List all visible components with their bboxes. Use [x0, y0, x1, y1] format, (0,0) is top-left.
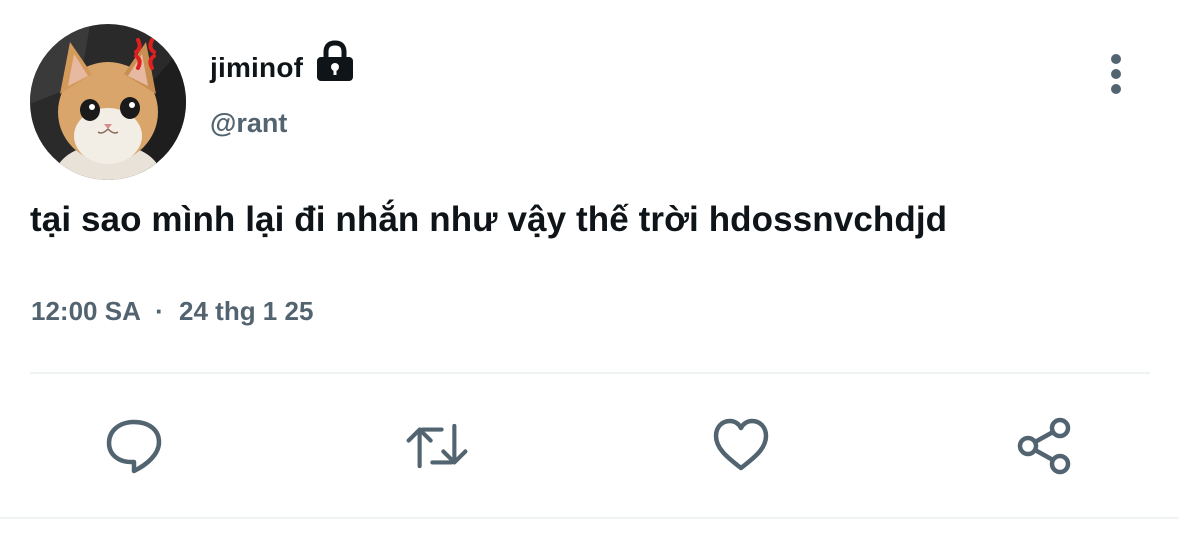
display-name-row: jiminof	[210, 38, 355, 98]
tweet-time: 12:00 SA	[31, 296, 140, 326]
display-name[interactable]: jiminof	[210, 52, 303, 84]
speech-bubble-icon	[106, 419, 162, 474]
timestamp-separator: ·	[155, 296, 164, 326]
timestamp-row[interactable]: 12:00 SA · 24 thg 1 25	[31, 296, 313, 327]
like-button[interactable]	[709, 414, 773, 478]
reply-button[interactable]	[102, 414, 166, 478]
retweet-button[interactable]	[405, 414, 469, 478]
tweet-detail: jiminof @rant tại sao mình lại đi nhắn n…	[0, 0, 1179, 537]
cat-avatar-image	[30, 24, 186, 180]
user-handle[interactable]: @rant	[210, 108, 287, 139]
lock-icon	[315, 39, 355, 83]
tweet-date: 24 thg 1 25	[179, 296, 314, 326]
share-icon	[1017, 417, 1071, 475]
retweet-arrows-icon	[406, 423, 468, 469]
divider	[0, 517, 1179, 519]
divider	[30, 372, 1150, 374]
avatar[interactable]	[30, 24, 186, 180]
share-button[interactable]	[1012, 414, 1076, 478]
more-options-icon[interactable]	[1098, 52, 1134, 98]
heart-icon	[713, 418, 769, 471]
tweet-text: tại sao mình lại đi nhắn như vậy thế trờ…	[30, 200, 948, 239]
